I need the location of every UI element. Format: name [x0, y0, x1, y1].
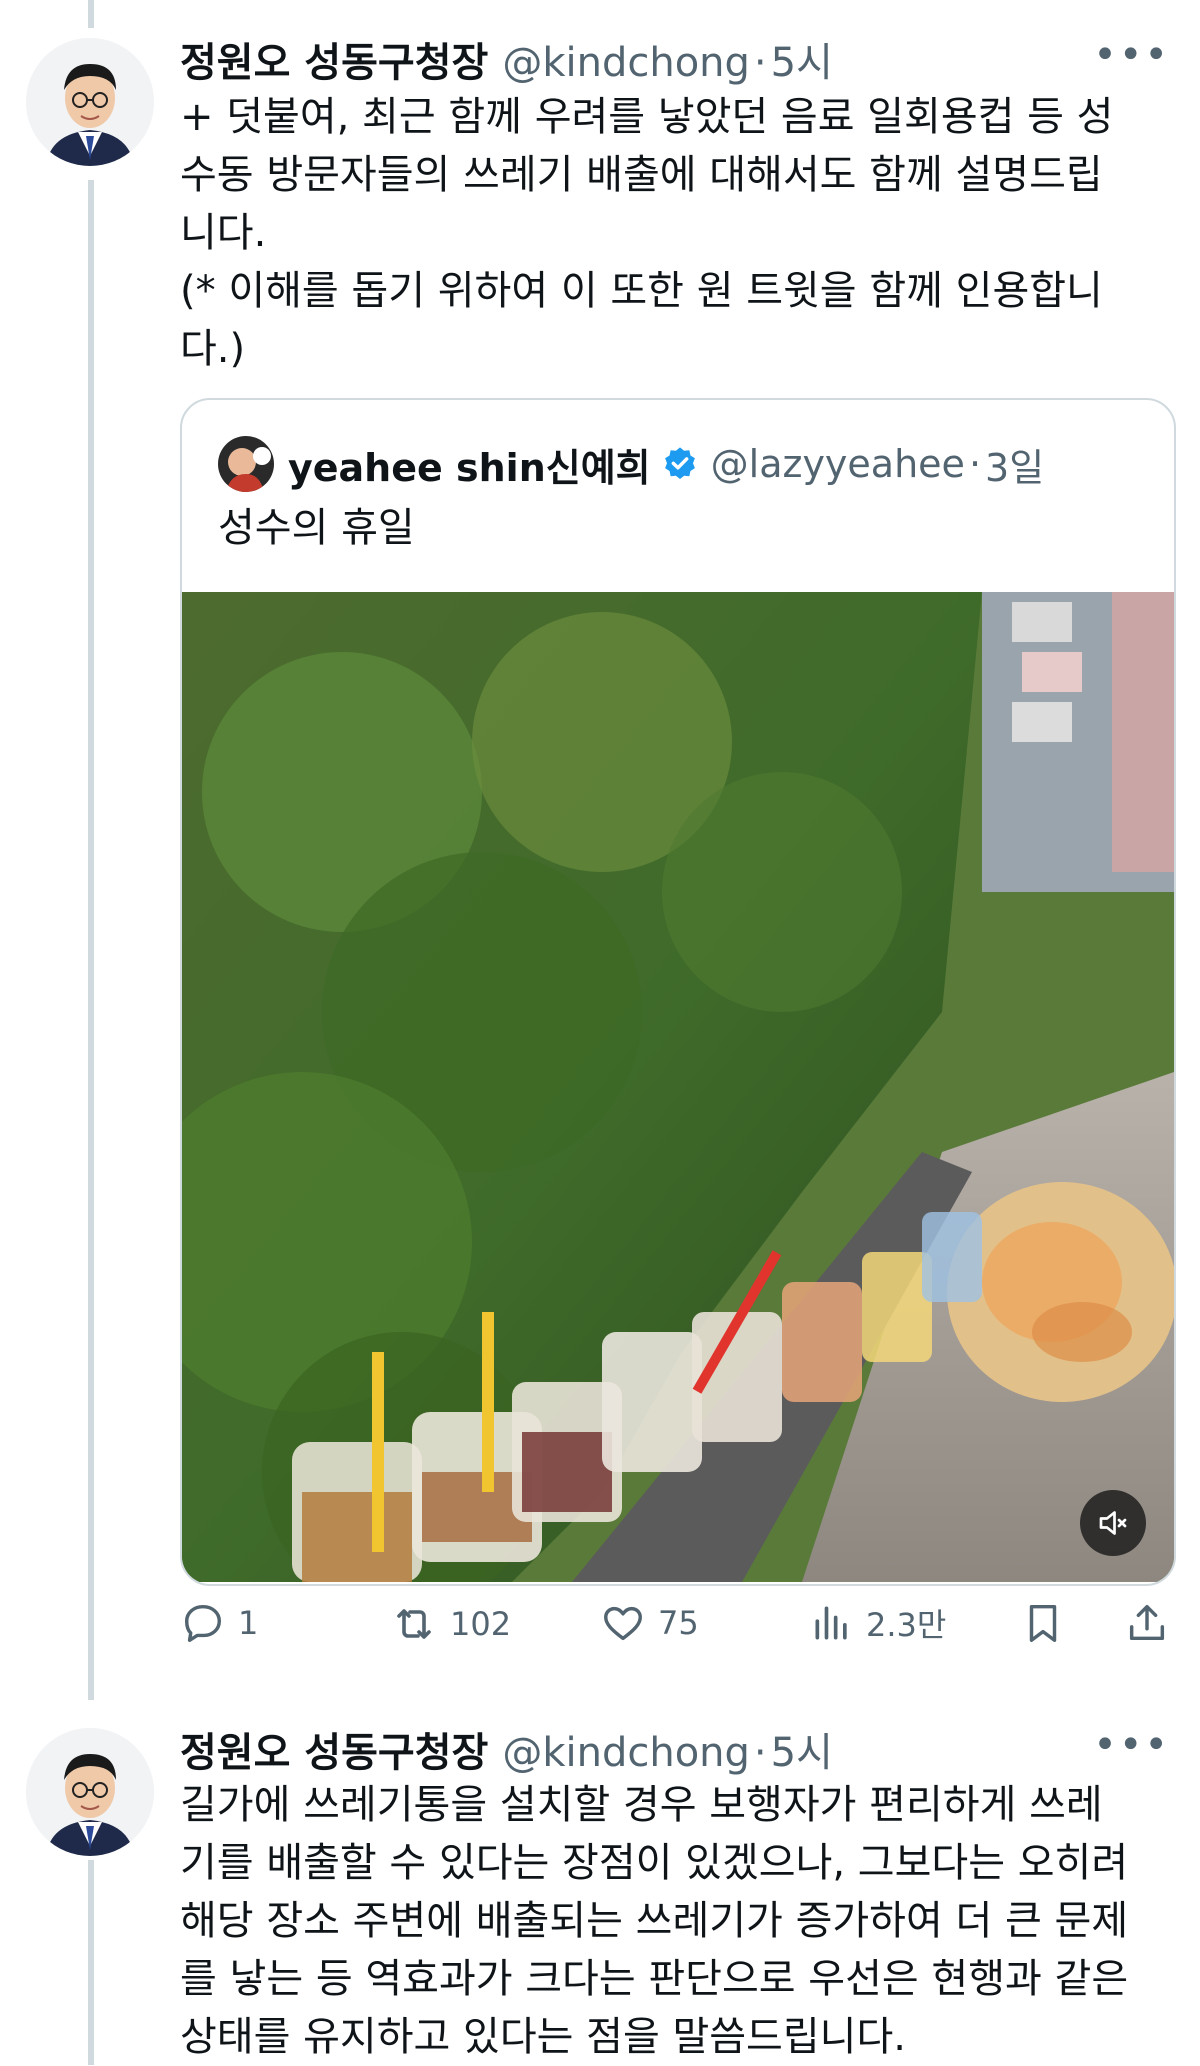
reply-count: 1 [238, 1604, 259, 1642]
thread-line [88, 180, 94, 1700]
retweet-count: 102 [450, 1605, 512, 1643]
retweet-icon [390, 1600, 450, 1648]
reply-button[interactable]: 1 [180, 1600, 258, 1646]
avatar[interactable] [26, 38, 154, 166]
quoted-tweet-header: yeahee shin신예희 @lazyyeahee · 3일 [218, 436, 1044, 492]
tweet-text: 길가에 쓰레기통을 설치할 경우 보행자가 편리하게 쓰레 기를 배출할 수 있… [180, 1782, 1129, 2060]
author-name[interactable]: 정원오 성동구청장 [180, 30, 488, 88]
like-button[interactable]: 75 [600, 1600, 699, 1646]
separator-dot: · [753, 40, 767, 86]
author-handle[interactable]: @kindchong [502, 40, 750, 86]
more-options-button[interactable]: ••• [1093, 1722, 1170, 1768]
like-count: 75 [658, 1604, 699, 1642]
heart-icon [600, 1600, 658, 1646]
quoted-avatar[interactable] [218, 436, 274, 492]
tweet-text: + 덧붙여, 최근 함께 우려를 낳았던 음료 일회용컵 등 성 수동 방문자들… [180, 94, 1114, 372]
thread-line-bottom [88, 1860, 94, 2065]
author-handle[interactable]: @kindchong [502, 1730, 750, 1776]
quoted-author-handle[interactable]: @lazyyeahee [711, 442, 965, 486]
views-button[interactable]: 2.3만 [810, 1600, 946, 1646]
thread-line-top [88, 0, 94, 28]
avatar[interactable] [26, 1728, 154, 1856]
tweet-header: 정원오 성동구청장 @kindchong · 5시 [180, 30, 833, 88]
separator-dot: · [968, 442, 982, 486]
author-name[interactable]: 정원오 성동구청장 [180, 1720, 488, 1778]
mute-button[interactable] [1080, 1490, 1146, 1556]
quoted-tweet-text: 성수의 휴일 [218, 505, 415, 551]
quoted-tweet[interactable]: yeahee shin신예희 @lazyyeahee · 3일 성수의 휴일 [180, 398, 1176, 1586]
share-icon [1124, 1600, 1182, 1646]
quoted-video[interactable] [182, 592, 1174, 1584]
bookmark-icon [1020, 1600, 1078, 1646]
tweet-header: 정원오 성동구청장 @kindchong · 5시 [180, 1720, 833, 1778]
view-count: 2.3만 [866, 1606, 947, 1644]
tweet-actions: 1 102 75 2.3만 [180, 1600, 1170, 1660]
separator-dot: · [753, 1730, 767, 1776]
bookmark-button[interactable] [1020, 1600, 1078, 1646]
analytics-icon [810, 1601, 866, 1645]
share-button[interactable] [1124, 1600, 1182, 1646]
quoted-author-name[interactable]: yeahee shin신예희 [288, 437, 651, 492]
reply-icon [180, 1600, 238, 1646]
verified-badge-icon [661, 445, 699, 483]
timestamp[interactable]: 5시 [771, 1720, 833, 1778]
more-options-button[interactable]: ••• [1093, 32, 1170, 78]
timestamp[interactable]: 5시 [771, 30, 833, 88]
retweet-button[interactable]: 102 [390, 1600, 511, 1648]
quoted-timestamp[interactable]: 3일 [985, 437, 1044, 492]
mute-icon [1095, 1505, 1131, 1541]
